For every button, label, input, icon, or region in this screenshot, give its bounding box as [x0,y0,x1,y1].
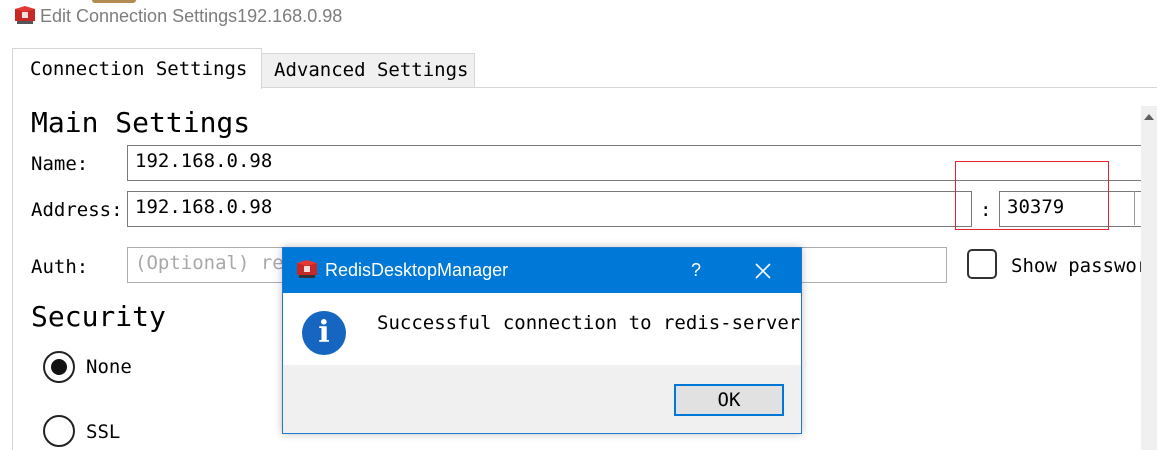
info-icon: i [302,311,346,355]
security-ssl-radio[interactable] [43,415,75,447]
tab-strip: Connection Settings Advanced Settings [0,48,1157,89]
window-title: Edit Connection Settings192.168.0.98 [40,6,343,26]
tab-advanced-settings[interactable]: Advanced Settings [261,53,475,88]
window-title-bar: Edit Connection Settings192.168.0.98 [0,0,1157,32]
scroll-up-arrow-icon[interactable] [1144,114,1154,120]
show-password-checkbox[interactable] [967,249,997,279]
auth-label: Auth: [31,256,89,278]
title-decoration [92,0,136,3]
redis-cube-icon [15,6,35,24]
dialog-title: RedisDesktopManager [325,260,509,280]
dialog-message: Successful connection to redis-server [377,312,801,334]
dialog-footer: OK [283,365,801,433]
vertical-scrollbar[interactable] [1141,106,1157,450]
dialog-body: i Successful connection to redis-server [283,293,801,365]
ok-button-label: OK [717,389,741,411]
tab-connection-settings[interactable]: Connection Settings [12,48,262,89]
close-icon[interactable] [755,263,771,279]
security-none-radio[interactable] [43,351,75,383]
dialog-title-bar: RedisDesktopManager ? [283,248,801,293]
help-button[interactable]: ? [691,260,701,281]
port-highlight-box [955,161,1109,230]
address-label: Address: [31,199,123,221]
security-heading: Security [31,300,166,333]
redis-cube-icon [297,260,317,278]
message-dialog: RedisDesktopManager ? i Successful conne… [282,247,802,434]
address-field[interactable]: 192.168.0.98 [127,191,972,227]
radio-selected-dot [51,359,67,375]
security-ssl-label: SSL [86,421,121,443]
show-password-label: Show password [1011,255,1157,277]
main-settings-heading: Main Settings [31,106,251,139]
security-none-label: None [86,356,132,378]
name-label: Name: [31,153,89,175]
ok-button[interactable]: OK [674,384,784,416]
